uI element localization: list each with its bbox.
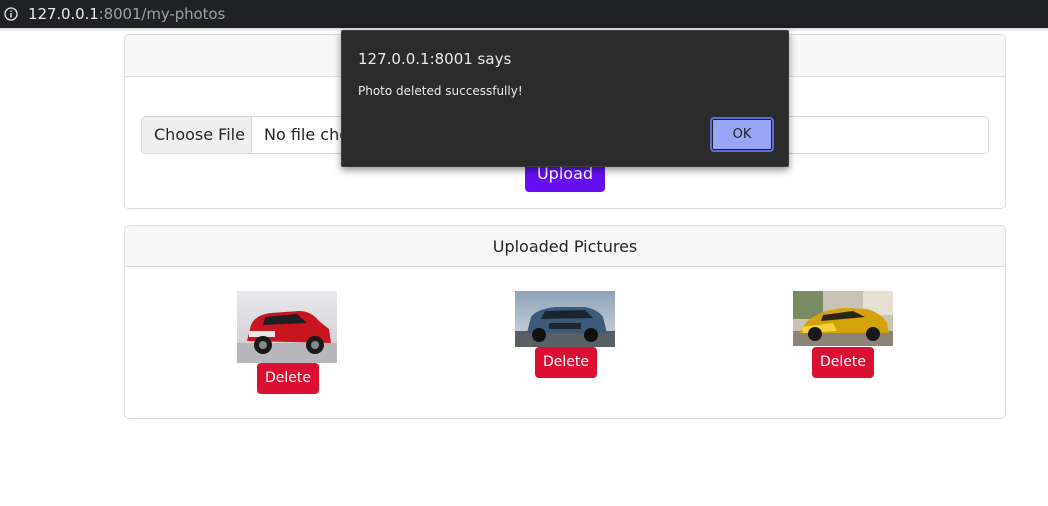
browser-address-bar: 127.0.0.1:8001/my-photos — [0, 0, 1048, 28]
picture-item: Delete — [237, 291, 337, 395]
picture-item: Delete — [793, 291, 893, 379]
alert-dialog: 127.0.0.1:8001 says Photo deleted succes… — [341, 30, 789, 167]
dialog-title: 127.0.0.1:8001 says — [358, 50, 512, 68]
car-photo — [515, 291, 615, 347]
picture-item: Delete — [515, 291, 615, 379]
delete-button[interactable]: Delete — [257, 363, 319, 394]
dialog-message: Photo deleted successfully! — [358, 84, 523, 98]
delete-button[interactable]: Delete — [812, 347, 874, 378]
uploaded-pictures-header: Uploaded Pictures — [125, 226, 1005, 267]
url-path: :8001/my-photos — [98, 5, 226, 23]
info-icon[interactable] — [4, 7, 18, 21]
choose-file-button[interactable]: Choose File — [142, 117, 252, 153]
car-photo — [237, 291, 337, 363]
uploaded-pictures-card: Uploaded Pictures Delete Delete Delete — [124, 225, 1006, 419]
url-host: 127.0.0.1 — [28, 5, 99, 23]
url-field[interactable]: 127.0.0.1:8001/my-photos — [28, 5, 225, 23]
delete-button[interactable]: Delete — [535, 347, 597, 378]
ok-button[interactable]: OK — [710, 117, 774, 152]
car-photo — [793, 291, 893, 346]
